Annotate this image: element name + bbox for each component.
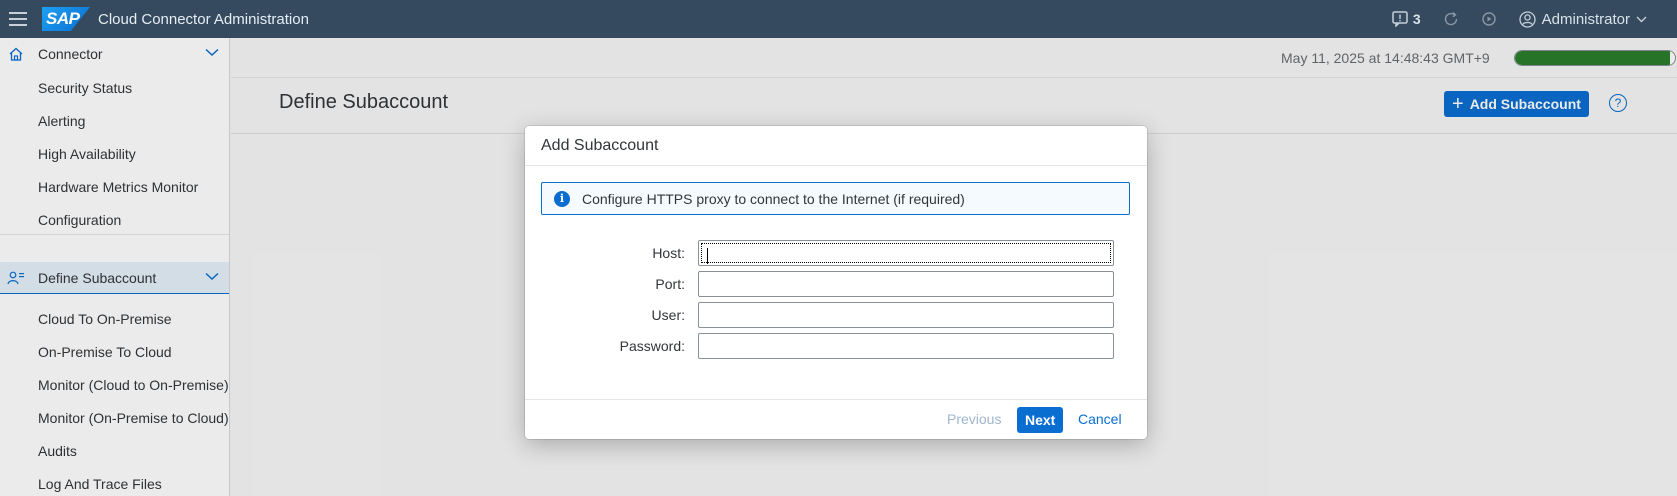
previous-button[interactable]: Previous — [947, 411, 1001, 427]
dialog-title: Add Subaccount — [525, 126, 1147, 166]
notifications-button[interactable]: 3 — [1392, 11, 1421, 27]
password-input[interactable] — [698, 333, 1114, 359]
port-label: Port: — [655, 276, 685, 292]
next-button[interactable]: Next — [1017, 407, 1064, 433]
hamburger-menu-icon[interactable] — [0, 0, 36, 38]
add-subaccount-dialog: Add Subaccount i Configure HTTPS proxy t… — [525, 126, 1147, 439]
text-caret — [707, 248, 708, 264]
auto-refresh-icon[interactable] — [1481, 11, 1497, 27]
cancel-button[interactable]: Cancel — [1078, 411, 1122, 427]
app-title: Cloud Connector Administration — [98, 10, 309, 28]
notification-icon — [1392, 11, 1408, 27]
password-label: Password: — [619, 338, 685, 354]
host-label: Host: — [652, 245, 685, 261]
info-message-strip: i Configure HTTPS proxy to connect to th… — [541, 182, 1130, 215]
host-input[interactable] — [698, 240, 1114, 266]
user-label: User: — [651, 307, 685, 323]
shell-bar: SAP Cloud Connector Administration 3 Adm… — [0, 0, 1677, 38]
dialog-footer: Previous Next Cancel — [525, 399, 1147, 439]
info-message-text: Configure HTTPS proxy to connect to the … — [582, 190, 965, 207]
chevron-down-icon — [1636, 16, 1647, 22]
user-input[interactable] — [698, 302, 1114, 328]
refresh-icon[interactable] — [1443, 11, 1459, 27]
user-name: Administrator — [1541, 10, 1630, 28]
notification-count: 3 — [1412, 11, 1421, 27]
sap-logo[interactable]: SAP — [42, 7, 90, 31]
user-icon — [1518, 10, 1536, 28]
port-input[interactable] — [698, 271, 1114, 297]
info-icon: i — [554, 190, 570, 207]
user-menu[interactable]: Administrator — [1518, 10, 1647, 28]
